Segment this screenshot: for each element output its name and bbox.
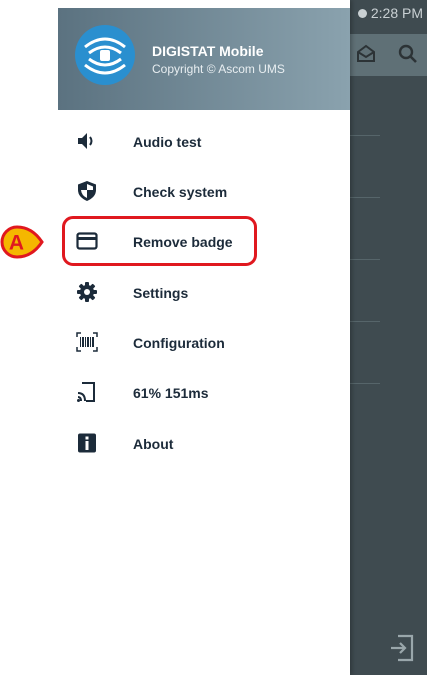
menu-item-label: Settings [133,285,189,301]
menu-item-settings[interactable]: Settings [58,269,350,319]
menu-item-about[interactable]: About [58,420,350,470]
barcode-scan-icon [76,332,98,352]
logout-icon[interactable] [388,633,416,663]
speaker-icon [78,133,93,149]
menu-item-label: About [133,436,174,452]
phone-screen: 2:28 PM DIGISTAT Mobile Copyright © Asco… [58,0,427,675]
status-bar: 2:28 PM [350,0,427,26]
navigation-drawer: DIGISTAT Mobile Copyright © Ascom UMS Au… [58,0,350,675]
menu-item-connection-status[interactable]: 61% 151ms [58,369,350,419]
highlight-box [62,216,257,266]
menu-item-label: Audio test [133,134,202,150]
hands-logo-icon [84,37,126,75]
app-name: DIGISTAT Mobile [152,43,264,59]
menu-item-label: 61% 151ms [133,385,209,401]
menu-item-configuration[interactable]: Configuration [58,319,350,369]
menu-item-label: Configuration [133,335,225,351]
menu-item-audio-test[interactable]: Audio test [58,118,350,168]
cast-signal-icon [77,382,95,402]
list-divider [350,135,380,136]
search-icon[interactable] [396,42,420,66]
gear-icon [77,282,97,302]
list-divider [350,321,380,322]
drawer-header: DIGISTAT Mobile Copyright © Ascom UMS [58,8,350,110]
callout-letter: A [9,232,24,255]
page-margin [0,0,58,675]
background-app [350,0,427,675]
info-icon [78,433,96,453]
list-divider [350,259,380,260]
status-time: 2:28 PM [370,5,423,21]
notification-icon [357,8,367,18]
menu-item-check-system[interactable]: Check system [58,168,350,218]
inbox-icon[interactable] [354,42,378,66]
background-toolbar [350,34,427,76]
app-copyright: Copyright © Ascom UMS [152,62,285,76]
shield-icon [78,181,96,201]
app-logo [75,25,135,85]
list-divider [350,383,380,384]
list-divider [350,197,380,198]
menu-item-label: Check system [133,184,228,200]
callout-marker: A [0,225,44,259]
